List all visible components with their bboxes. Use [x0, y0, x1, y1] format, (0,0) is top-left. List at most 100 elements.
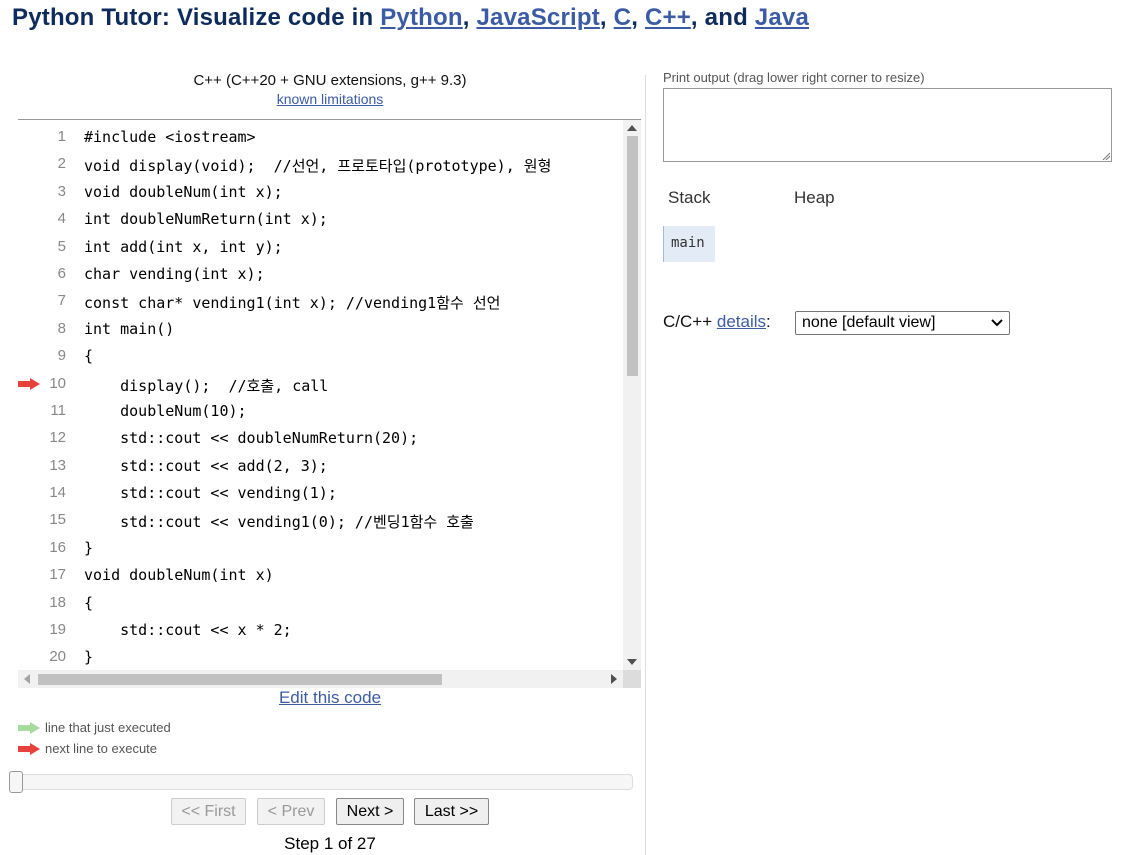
code-line: 14 std::cout << vending(1); — [18, 480, 623, 507]
details-select[interactable]: none [default view] — [795, 311, 1010, 335]
javascript-link[interactable]: JavaScript — [477, 4, 600, 31]
title-separator: , and — [690, 4, 755, 31]
title-separator: , — [599, 4, 614, 31]
breakpoint-gutter[interactable] — [18, 179, 42, 206]
slider-handle[interactable] — [9, 771, 23, 793]
details-row: C/C++ details: — [663, 312, 771, 332]
breakpoint-gutter[interactable] — [18, 151, 42, 178]
line-number: 4 — [57, 210, 66, 228]
scroll-corner — [623, 670, 641, 688]
code-text: #include <iostream> — [84, 128, 256, 146]
breakpoint-gutter[interactable] — [18, 343, 42, 370]
line-number: 13 — [49, 456, 66, 474]
vertical-scrollbar[interactable] — [623, 120, 641, 670]
line-number: 12 — [49, 429, 66, 447]
stack-frame-main: main — [663, 226, 715, 262]
breakpoint-gutter[interactable] — [18, 234, 42, 261]
scroll-right-icon[interactable] — [611, 674, 617, 684]
visualization-panel: Print output (drag lower right corner to… — [663, 70, 1135, 855]
code-line: 13 std::cout << add(2, 3); — [18, 453, 623, 480]
scroll-down-icon[interactable] — [627, 659, 637, 665]
line-number: 20 — [49, 648, 66, 666]
cpp-link[interactable]: C++ — [645, 4, 691, 31]
breakpoint-gutter[interactable] — [18, 124, 42, 151]
breakpoint-gutter[interactable] — [18, 425, 42, 452]
last-button[interactable]: Last >> — [414, 798, 489, 825]
breakpoint-gutter[interactable] — [18, 453, 42, 480]
next-button[interactable]: Next > — [336, 798, 404, 825]
breakpoint-gutter[interactable] — [18, 398, 42, 425]
python-link[interactable]: Python — [380, 4, 463, 31]
line-number: 18 — [49, 593, 66, 611]
line-number: 7 — [57, 292, 66, 310]
line-number: 17 — [49, 566, 66, 584]
horizontal-scrollbar[interactable] — [18, 670, 623, 688]
code-line: 17 void doubleNum(int x) — [18, 562, 623, 589]
code-panel: C++ (C++20 + GNU extensions, g++ 9.3) kn… — [0, 70, 645, 855]
breakpoint-gutter[interactable] — [18, 316, 42, 343]
breakpoint-gutter[interactable] — [18, 480, 42, 507]
breakpoint-gutter[interactable] — [18, 617, 42, 644]
horizontal-scroll-thumb[interactable] — [38, 674, 442, 685]
heap-header: Heap — [794, 188, 835, 207]
scroll-left-icon[interactable] — [24, 674, 30, 684]
vertical-scroll-thumb[interactable] — [627, 136, 638, 376]
code-viewer: 1 #include <iostream> 2 void display(void);… — [18, 119, 641, 688]
code-line: 18 { — [18, 590, 623, 617]
breakpoint-gutter[interactable] — [18, 507, 42, 534]
limitations-line: known limitations — [0, 91, 660, 107]
line-number: 19 — [49, 621, 66, 639]
c-link[interactable]: C — [614, 4, 632, 31]
code-line: 2 void display(void); //선언, 프로토타입(prototy… — [18, 151, 623, 178]
breakpoint-gutter[interactable] — [18, 261, 42, 288]
breakpoint-gutter[interactable] — [18, 206, 42, 233]
prev-button[interactable]: < Prev — [257, 798, 325, 825]
edit-code-link[interactable]: Edit this code — [279, 688, 381, 707]
code-text: int main() — [84, 319, 175, 338]
code-text: void display(void); //선언, 프로토타입(prototyp… — [84, 157, 552, 176]
breakpoint-gutter[interactable] — [18, 644, 42, 671]
code-line: 6 char vending(int x); — [18, 261, 623, 288]
breakpoint-gutter[interactable] — [18, 535, 42, 562]
code-line: 15 std::cout << vending1(0); //벤딩1함수 호출 — [18, 507, 623, 534]
details-link[interactable]: details — [717, 312, 766, 331]
breakpoint-gutter[interactable] — [18, 371, 42, 398]
breakpoint-gutter[interactable] — [18, 562, 42, 589]
line-number: 2 — [57, 155, 66, 173]
first-button[interactable]: << First — [171, 798, 246, 825]
title-prefix: Python Tutor: Visualize code in — [12, 4, 381, 31]
chevron-down-icon — [991, 319, 1003, 327]
line-number: 6 — [57, 264, 66, 282]
execution-slider[interactable] — [9, 771, 633, 793]
code-line: 8 int main() — [18, 316, 623, 343]
code-text: std::cout << add(2, 3); — [84, 456, 328, 475]
line-number: 1 — [57, 128, 66, 145]
line-number: 9 — [57, 347, 66, 365]
code-line: 5 int add(int x, int y); — [18, 234, 623, 261]
code-line: 11 doubleNum(10); — [18, 398, 623, 425]
step-counter: Step 1 of 27 — [284, 834, 376, 853]
java-link[interactable]: Java — [755, 4, 809, 31]
line-number: 16 — [49, 538, 66, 556]
resize-handle-icon[interactable] — [1102, 152, 1110, 160]
breakpoint-gutter[interactable] — [18, 288, 42, 315]
details-prefix: C/C++ — [663, 312, 717, 331]
print-output-box[interactable] — [663, 88, 1112, 162]
scroll-up-icon[interactable] — [627, 125, 637, 131]
known-limitations-link[interactable]: known limitations — [277, 91, 384, 107]
line-number: 10 — [49, 374, 66, 392]
code-text: doubleNum(10); — [84, 401, 247, 420]
breakpoint-gutter[interactable] — [18, 590, 42, 617]
stack-header: Stack — [668, 188, 711, 207]
code-line: 3 void doubleNum(int x); — [18, 179, 623, 206]
code-text: { — [84, 593, 94, 612]
code-line: 4 int doubleNumReturn(int x); — [18, 206, 623, 233]
code-text: std::cout << doubleNumReturn(20); — [84, 429, 419, 448]
panel-divider — [645, 75, 646, 855]
line-number: 14 — [49, 484, 66, 502]
legend-executed-label: line that just executed — [45, 720, 171, 735]
legend-next-label: next line to execute — [45, 741, 158, 756]
code-lines: 1 #include <iostream> 2 void display(void);… — [18, 124, 623, 672]
current-line-arrow-icon — [18, 377, 40, 390]
details-suffix: : — [766, 312, 771, 331]
